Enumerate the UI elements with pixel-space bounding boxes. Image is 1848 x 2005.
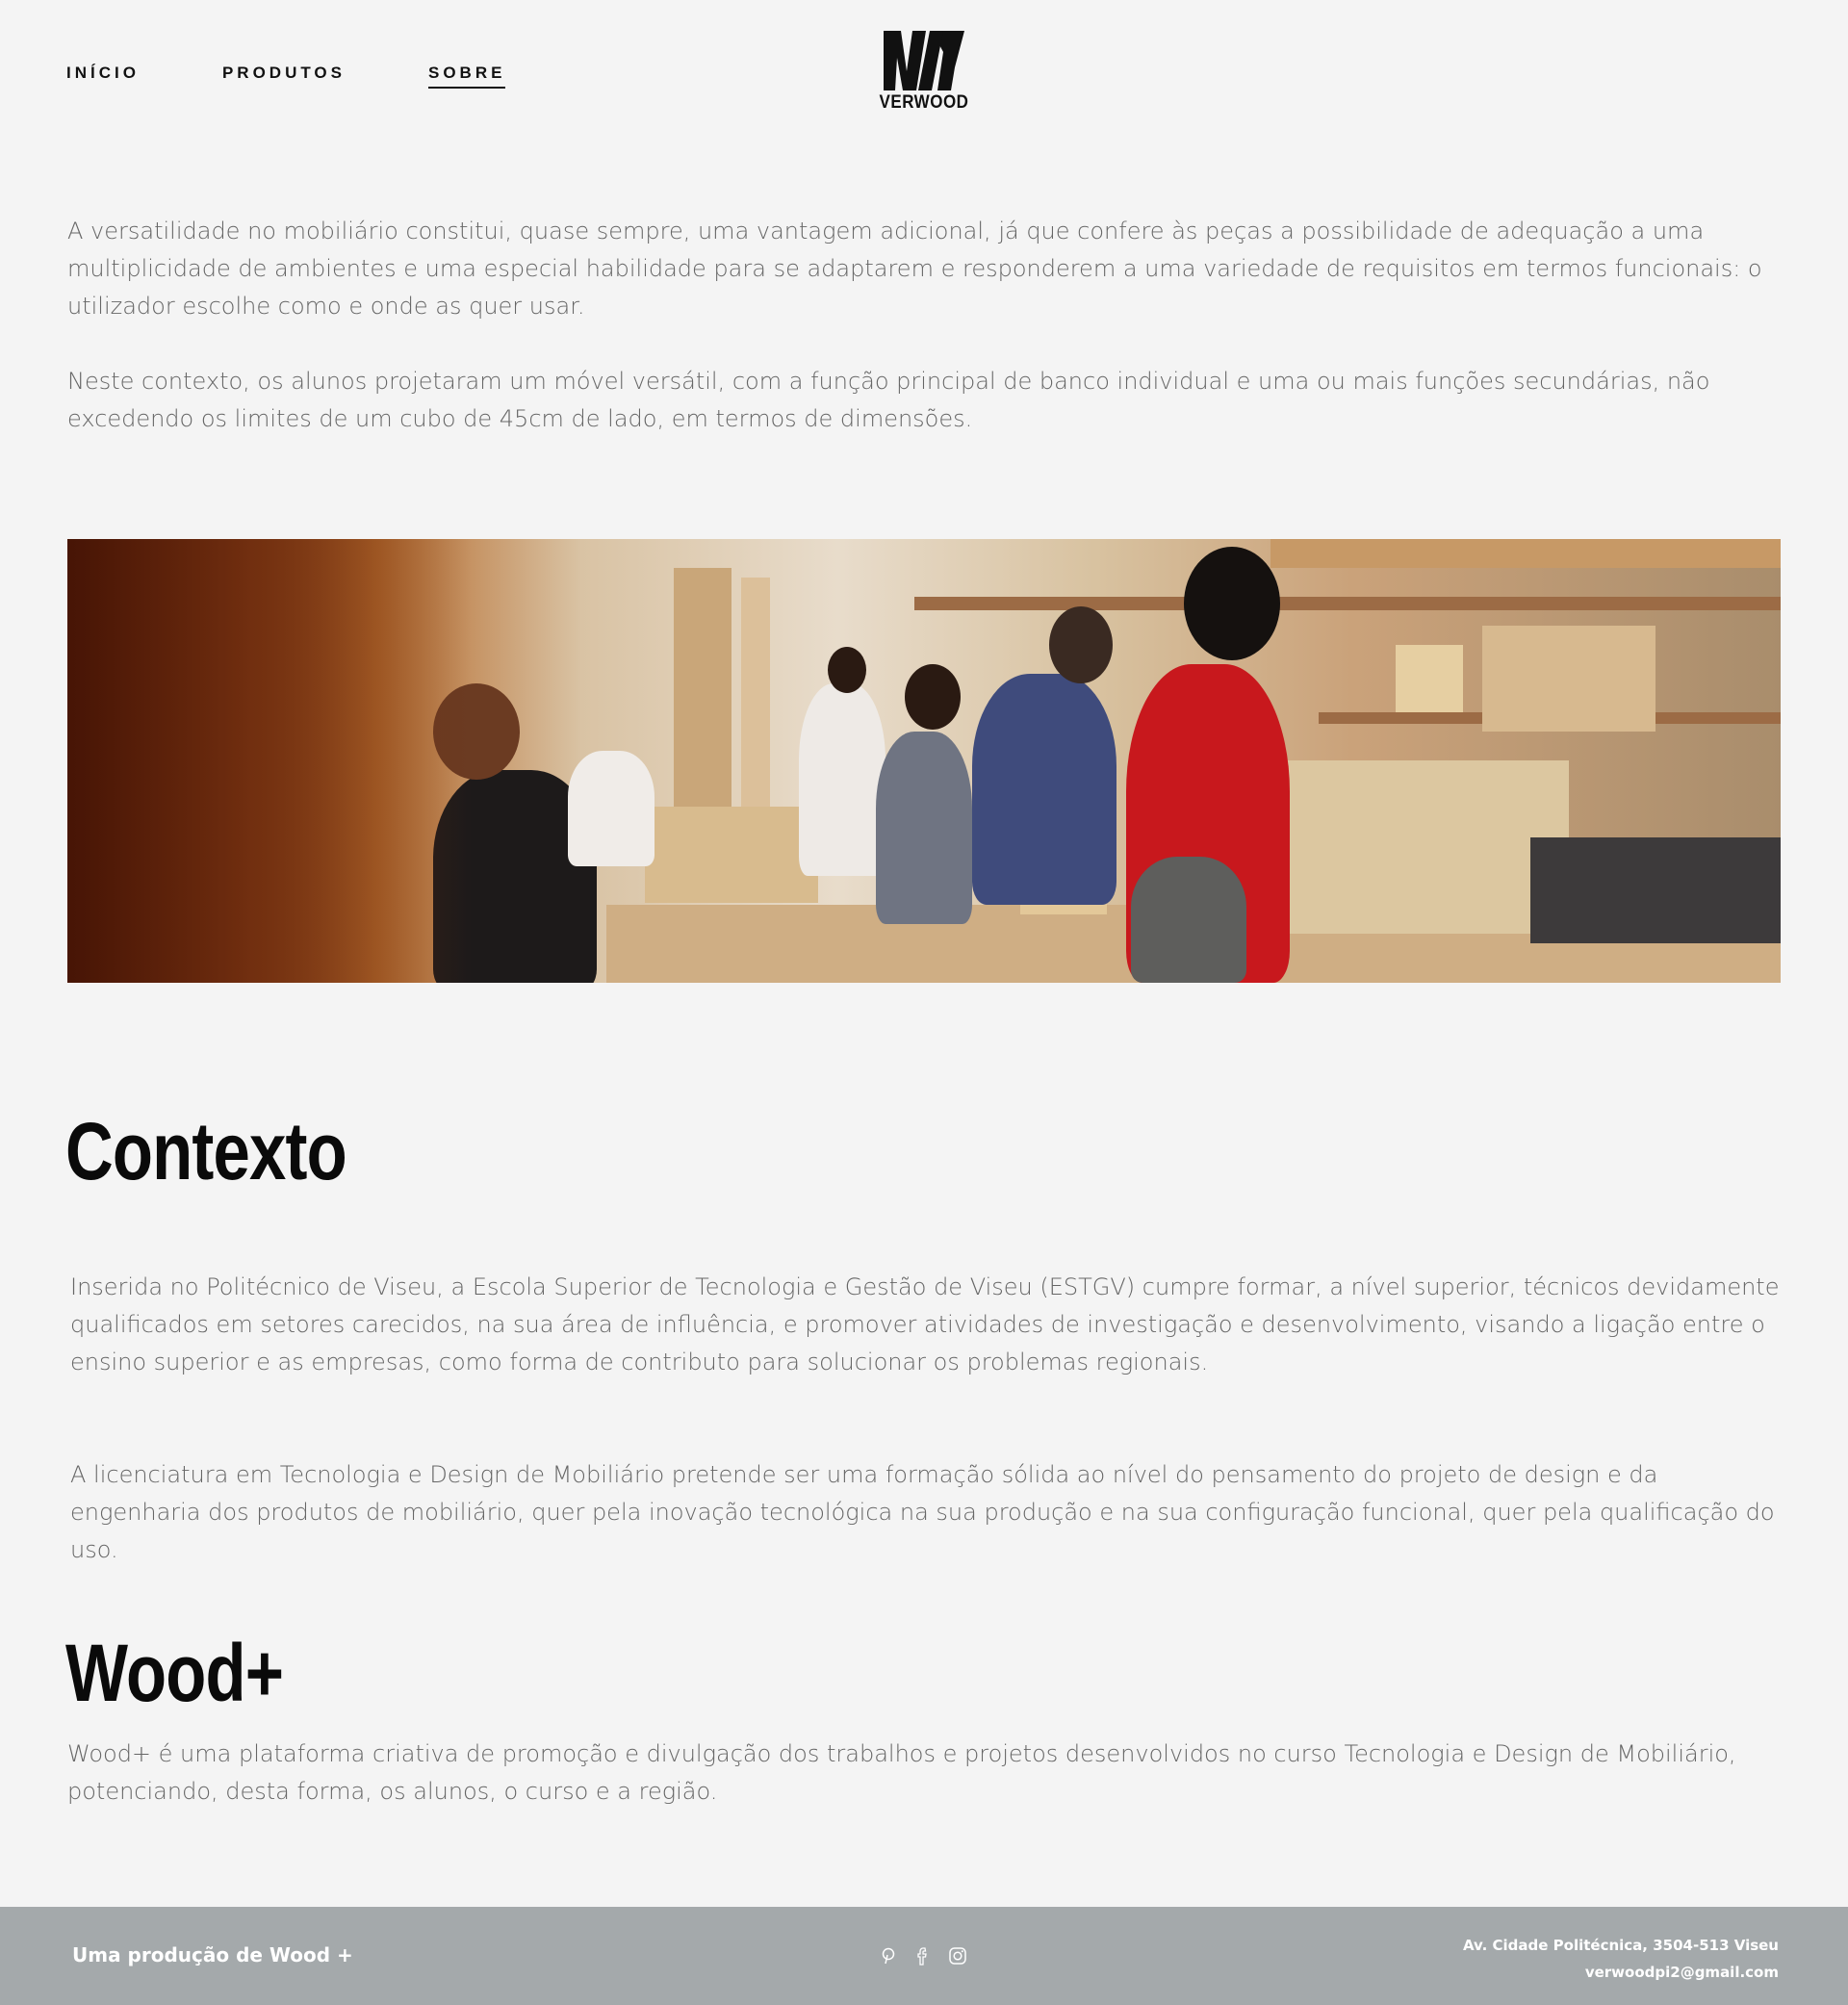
instagram-icon[interactable] [947, 1945, 968, 1966]
footer-contact: Av. Cidade Politécnica, 3504-513 Viseu v… [1463, 1932, 1779, 1986]
contexto-paragraph-1: Inserida no Politécnico de Viseu, a Esco… [70, 1273, 1780, 1375]
facebook-icon[interactable] [912, 1945, 934, 1966]
site-footer: Uma produção de Wood + Av. Cidade Polité… [0, 1907, 1848, 2005]
verwood-logo-mark [884, 31, 964, 90]
intro-paragraph-1: A versatilidade no mobiliário constitui,… [67, 218, 1762, 320]
logo-text: VERWOOD [879, 90, 969, 113]
wood-heading: Wood+ [65, 1628, 284, 1718]
workshop-photo [67, 539, 1781, 983]
footer-address: Av. Cidade Politécnica, 3504-513 Viseu [1462, 1937, 1779, 1954]
social-links [878, 1945, 968, 1966]
wood-paragraph: Wood+ é uma plataforma criativa de promo… [67, 1740, 1736, 1805]
contexto-paragraph-2: A licenciatura em Tecnologia e Design de… [70, 1461, 1775, 1563]
main-nav: INÍCIO PRODUTOS SOBRE [66, 64, 588, 89]
intro-paragraph-2: Neste contexto, os alunos projetaram um … [67, 368, 1710, 432]
pinterest-icon[interactable] [878, 1945, 899, 1966]
nav-item-sobre[interactable]: SOBRE [428, 64, 506, 89]
site-header: INÍCIO PRODUTOS SOBRE VERWOOD [0, 0, 1848, 154]
nav-item-inicio[interactable]: INÍCIO [66, 64, 140, 89]
site-logo[interactable]: VERWOOD [876, 29, 972, 112]
contexto-heading: Contexto [65, 1106, 347, 1196]
footer-credit: Uma produção de Wood + [72, 1943, 353, 1966]
nav-item-produtos[interactable]: PRODUTOS [222, 64, 346, 89]
footer-email[interactable]: verwoodpi2@gmail.com [1463, 1959, 1779, 1986]
